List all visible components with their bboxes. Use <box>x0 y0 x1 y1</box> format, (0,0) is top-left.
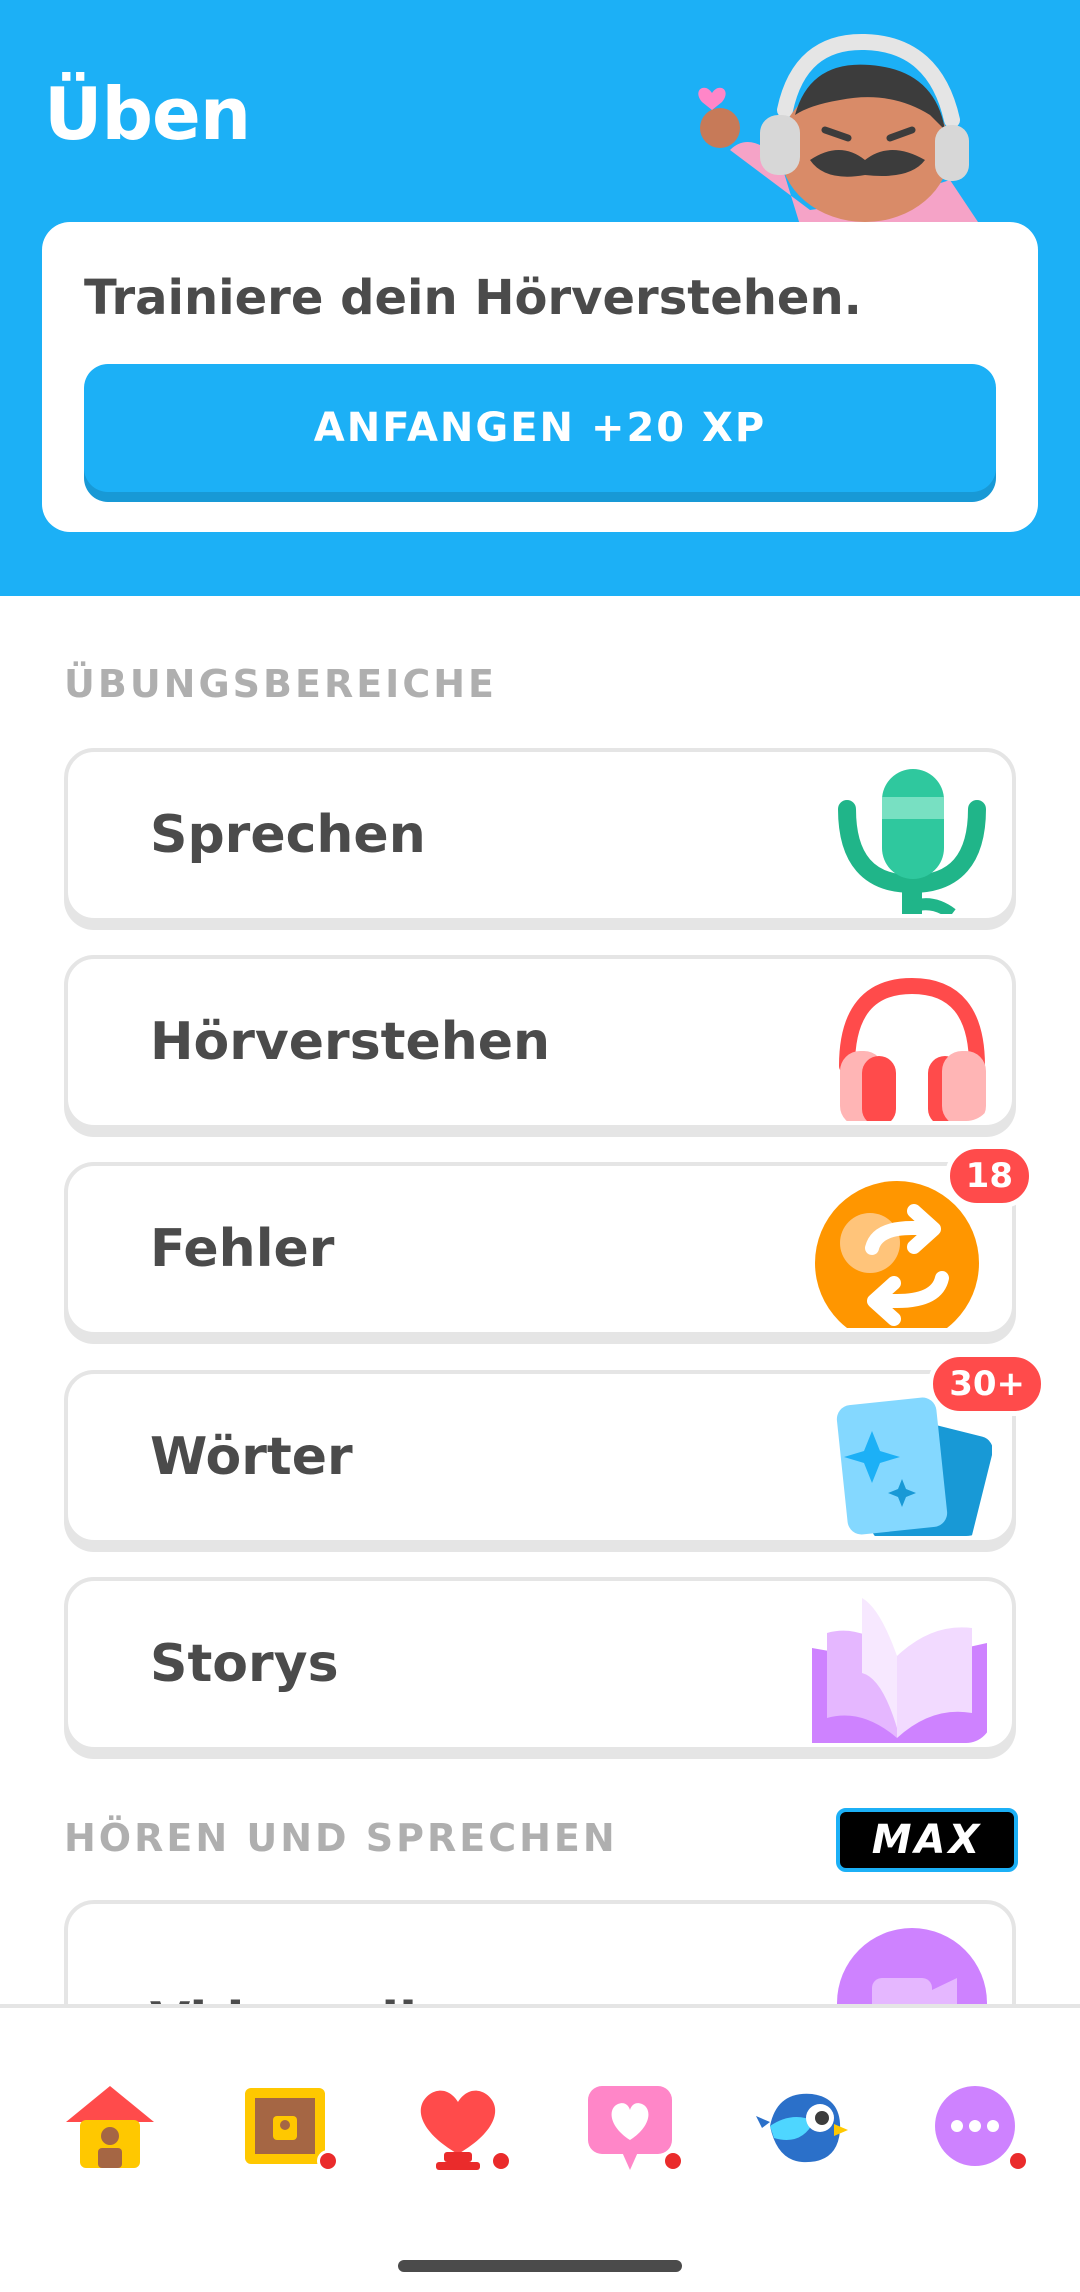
nav-more-button[interactable] <box>925 2076 1029 2176</box>
section-label-listen-speak: HÖREN UND SPRECHEN <box>64 1816 618 1860</box>
card-speaking[interactable]: Sprechen <box>64 748 1016 922</box>
video-icon <box>802 1918 992 2004</box>
card-label: Hörverstehen <box>150 1012 551 1072</box>
card-listening[interactable]: Hörverstehen <box>64 955 1016 1129</box>
section-label-practice: ÜBUNGSBEREICHE <box>64 662 497 706</box>
microphone-icon <box>802 749 992 914</box>
card-stories[interactable]: Storys <box>64 1577 1016 1751</box>
mistakes-count-badge: 18 <box>944 1144 1034 1208</box>
page-title: Üben <box>44 72 251 156</box>
promo-card: Trainiere dein Hörverstehen. ANFANGEN +2… <box>42 222 1038 532</box>
book-icon <box>802 1578 992 1743</box>
nav-home-button[interactable] <box>60 2076 160 2176</box>
nav-leagues-button[interactable] <box>408 2076 512 2176</box>
house-icon <box>66 2086 154 2168</box>
nav-practice-button[interactable] <box>752 2076 852 2176</box>
notification-dot <box>317 2150 339 2172</box>
notification-dot <box>662 2150 684 2172</box>
words-count-badge: 30+ <box>928 1352 1046 1416</box>
card-label: Sprechen <box>150 805 426 865</box>
card-label: Wörter <box>150 1427 353 1487</box>
bird-icon <box>756 2093 848 2163</box>
card-mistakes[interactable]: Fehler 18 <box>64 1144 1034 1336</box>
headphones-icon <box>802 956 992 1121</box>
nav-friends-button[interactable] <box>580 2076 684 2176</box>
card-label: Storys <box>150 1634 339 1694</box>
notification-dot <box>490 2150 512 2172</box>
bottom-nav <box>0 2004 1080 2292</box>
card-label: Videocall <box>150 1992 417 2004</box>
card-label: Fehler <box>150 1219 335 1279</box>
start-button[interactable]: ANFANGEN +20 XP <box>84 364 996 492</box>
card-videocall[interactable]: Videocall <box>64 1900 1016 2004</box>
promo-text: Trainiere dein Hörverstehen. <box>84 270 862 326</box>
scroll-clip: Videocall <box>0 1900 1080 2004</box>
mascot-character-icon <box>698 33 980 225</box>
nav-chest-button[interactable] <box>235 2076 339 2176</box>
max-badge: MAX <box>836 1808 1018 1872</box>
notification-dot <box>1007 2150 1029 2172</box>
header: Üben Trainiere dein Hörverstehen. ANFANG… <box>0 0 1080 596</box>
home-indicator[interactable] <box>398 2260 682 2272</box>
card-words[interactable]: Wörter 30+ <box>64 1352 1046 1544</box>
